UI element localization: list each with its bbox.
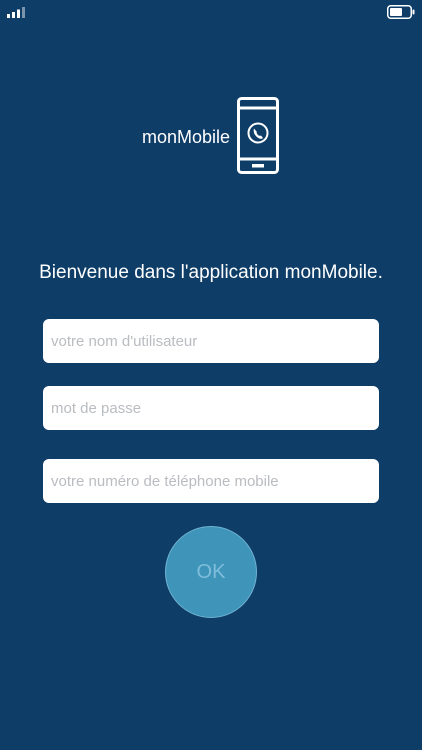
logo-app-name: monMobile [142, 127, 231, 147]
cellular-signal-icon [7, 7, 25, 18]
ok-button[interactable]: OK [165, 526, 257, 618]
battery-icon [387, 5, 415, 19]
smartphone-call-icon [237, 97, 279, 174]
welcome-message: Bienvenue dans l'application monMobile. [39, 262, 383, 283]
username-input[interactable] [43, 319, 379, 363]
password-input[interactable] [43, 386, 379, 430]
phone-number-input[interactable] [43, 459, 379, 503]
status-bar [0, 0, 422, 24]
app-logo: monMobile [142, 97, 282, 175]
